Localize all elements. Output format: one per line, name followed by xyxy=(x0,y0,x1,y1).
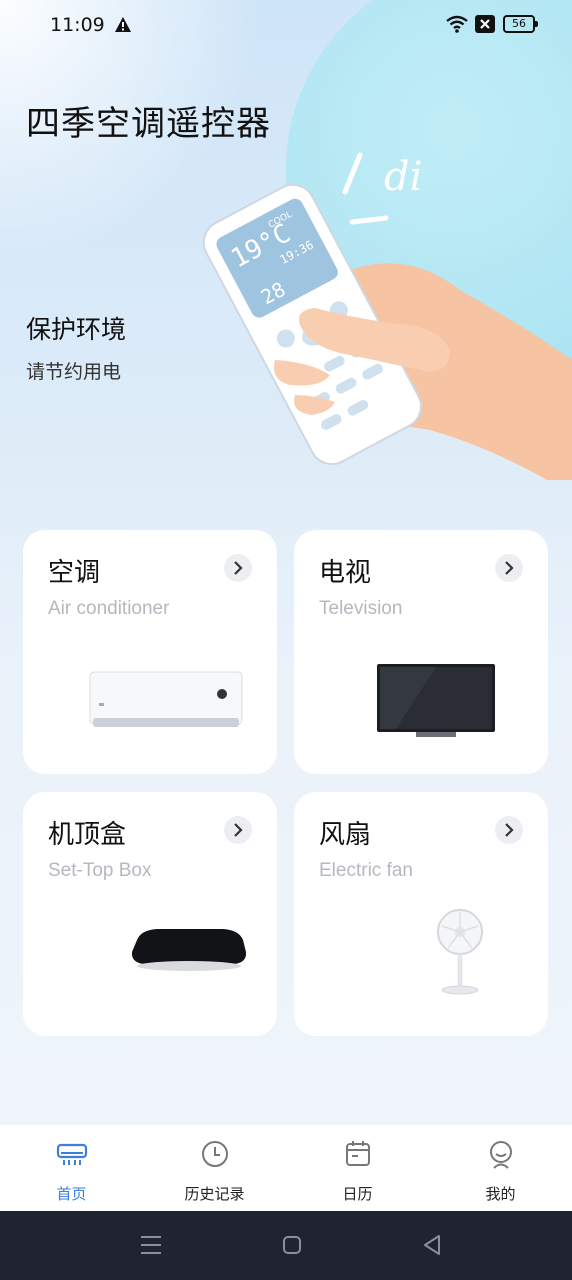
device-card-television[interactable]: 电视 Television xyxy=(294,530,548,774)
home-icon[interactable] xyxy=(282,1235,302,1255)
card-subtitle: Electric fan xyxy=(319,860,413,881)
calendar-icon xyxy=(346,1141,370,1166)
nav-label: 我的 xyxy=(485,1185,516,1203)
app-title: 四季空调遥控器 xyxy=(26,104,271,144)
chevron-right-icon[interactable] xyxy=(224,554,252,582)
card-title: 空调 xyxy=(48,558,101,588)
electric-fan-image xyxy=(437,909,483,995)
sound-text: di xyxy=(384,154,422,200)
menu-icon[interactable] xyxy=(140,1235,162,1255)
air-conditioner-icon xyxy=(56,1143,88,1165)
remote-hand-illustration: di 19°C COOL 19:36 28 xyxy=(202,152,572,480)
slogan-subtitle: 请节约用电 xyxy=(26,361,122,383)
card-subtitle: Set-Top Box xyxy=(48,860,152,881)
card-subtitle: Air conditioner xyxy=(48,598,170,619)
slogan-title: 保护环境 xyxy=(26,315,127,344)
nav-calendar[interactable]: 日历 xyxy=(286,1125,429,1211)
clock-icon xyxy=(202,1141,228,1167)
battery-indicator: 56 xyxy=(503,15,538,33)
chevron-right-icon[interactable] xyxy=(224,816,252,844)
chevron-right-icon[interactable] xyxy=(495,816,523,844)
device-card-set-top-box[interactable]: 机顶盒 Set-Top Box xyxy=(23,792,277,1036)
television-image xyxy=(377,664,495,737)
status-bar: 11:09 56 xyxy=(0,0,572,52)
device-card-electric-fan[interactable]: 风扇 Electric fan xyxy=(294,792,548,1036)
nav-label: 日历 xyxy=(342,1185,373,1203)
back-icon[interactable] xyxy=(422,1234,442,1256)
warning-icon xyxy=(114,16,132,37)
nav-label: 历史记录 xyxy=(184,1185,245,1203)
profile-icon xyxy=(490,1141,512,1169)
set-top-box-image xyxy=(131,929,247,971)
card-title: 风扇 xyxy=(319,820,372,850)
air-conditioner-image xyxy=(89,671,243,727)
card-title: 机顶盒 xyxy=(48,820,127,850)
card-title: 电视 xyxy=(319,558,372,588)
device-card-air-conditioner[interactable]: 空调 Air conditioner xyxy=(23,530,277,774)
nav-home[interactable]: 首页 xyxy=(0,1125,143,1211)
card-subtitle: Television xyxy=(319,598,403,619)
nav-label: 首页 xyxy=(56,1185,87,1203)
wifi-icon xyxy=(445,14,469,38)
status-time: 11:09 xyxy=(50,14,105,36)
sim-blocked-icon xyxy=(475,15,495,37)
bottom-navigation: 首页 历史记录 日历 我的 xyxy=(0,1125,572,1211)
system-navigation-bar xyxy=(0,1211,572,1280)
nav-history[interactable]: 历史记录 xyxy=(143,1125,286,1211)
nav-mine[interactable]: 我的 xyxy=(429,1125,572,1211)
chevron-right-icon[interactable] xyxy=(495,554,523,582)
